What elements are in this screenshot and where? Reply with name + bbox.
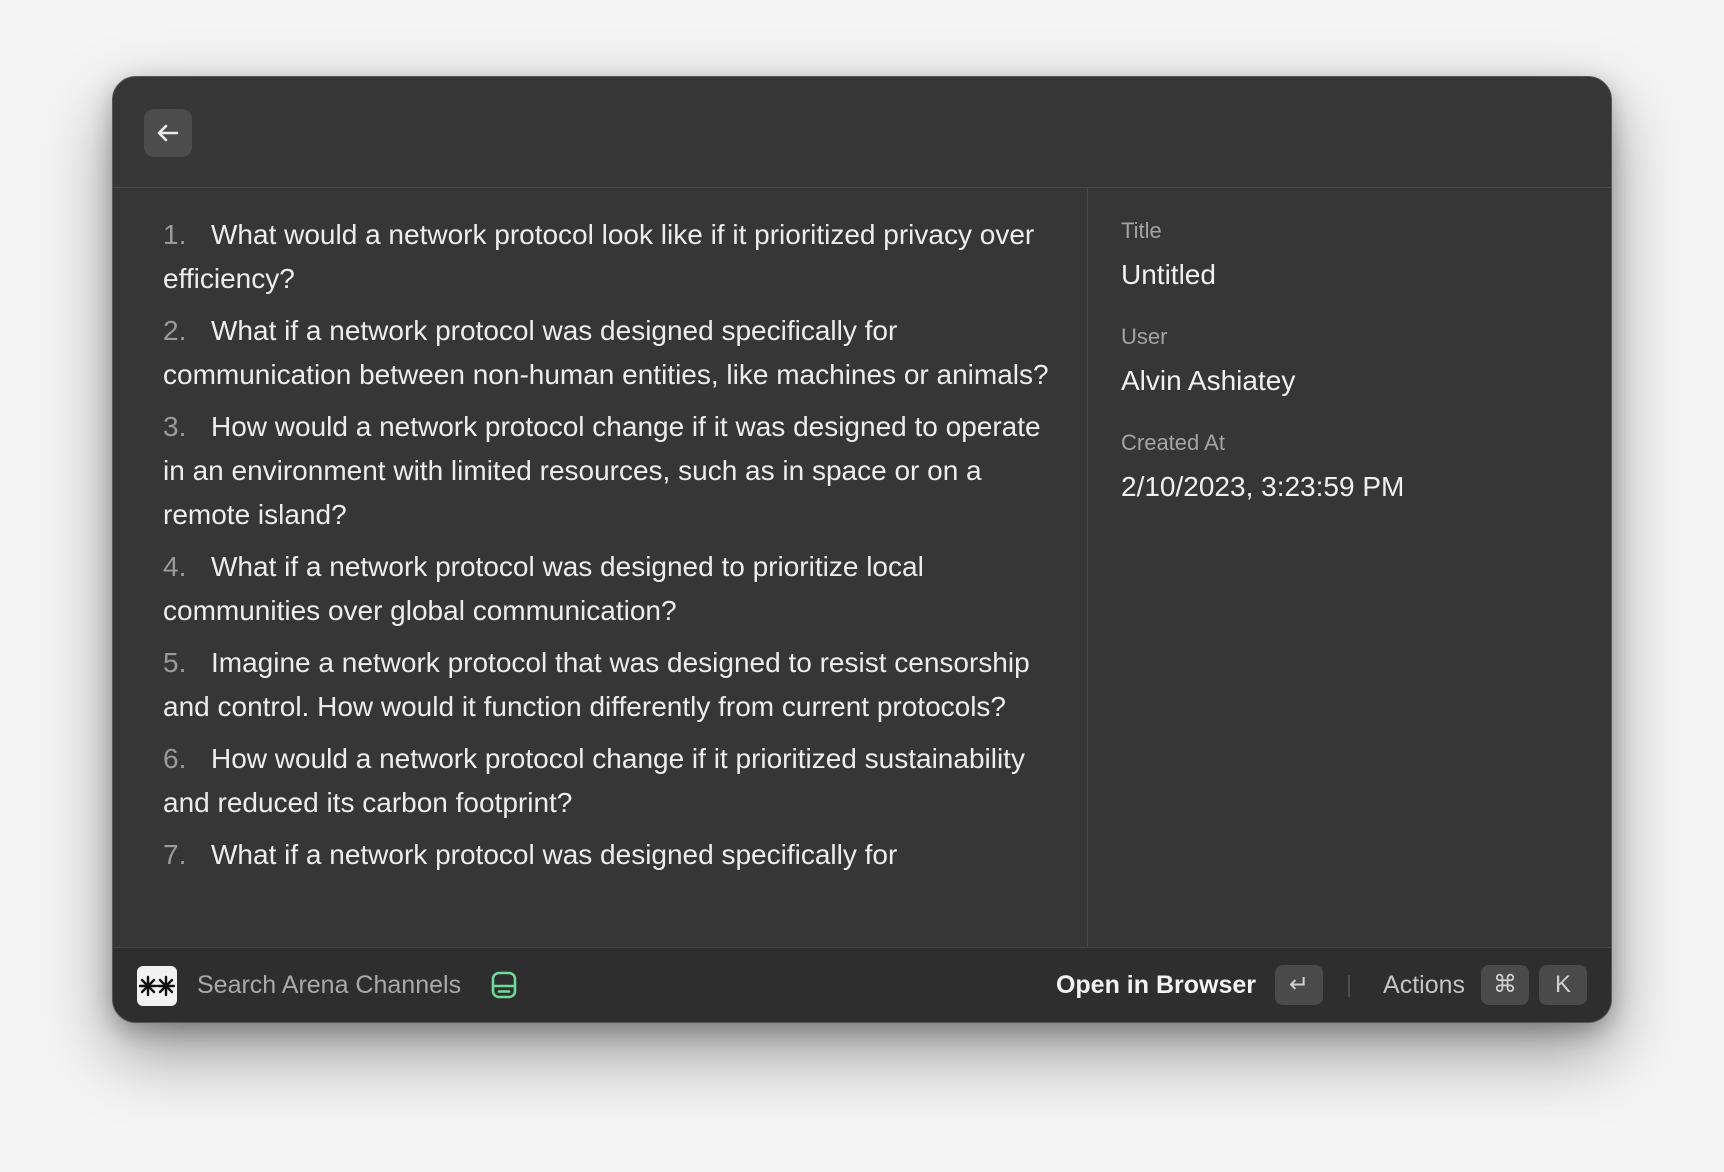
detail-content[interactable]: 1. What would a network protocol look lik… [113, 188, 1088, 949]
list-item: 2. What if a network protocol was designe… [163, 309, 1057, 397]
list-item-text: How would a network protocol change if i… [163, 411, 1041, 530]
list-item: 7. What if a network protocol was designe… [163, 833, 1057, 877]
list-item-text: What if a network protocol was designed … [163, 551, 924, 626]
list-item-text: What would a network protocol look like … [163, 219, 1035, 294]
k-shortcut-key: K [1539, 965, 1587, 1005]
list-item-number: 3. [163, 411, 187, 442]
question-list: 1. What would a network protocol look lik… [113, 188, 1087, 877]
open-in-browser-button[interactable]: Open in Browser [1056, 968, 1256, 1002]
list-item: 5. Imagine a network protocol that was de… [163, 641, 1057, 729]
actions-button[interactable]: Actions [1383, 968, 1465, 1002]
user-value: Alvin Ashiatey [1121, 365, 1296, 396]
list-item: 3. How would a network protocol change if… [163, 405, 1057, 537]
drive-icon [491, 971, 517, 999]
created-at-value: 2/10/2023, 3:23:59 PM [1121, 471, 1405, 502]
arena-logo-icon [137, 966, 177, 1006]
extension-window: 1. What would a network protocol look lik… [112, 76, 1612, 1023]
metadata-panel: Title Untitled User Alvin Ashiatey Creat… [1088, 188, 1611, 949]
title-value: Untitled [1121, 259, 1216, 290]
list-item-number: 4. [163, 551, 187, 582]
list-item-number: 5. [163, 647, 187, 678]
list-item-number: 1. [163, 219, 187, 250]
list-item-text: How would a network protocol change if i… [163, 743, 1025, 818]
list-item: 4. What if a network protocol was designe… [163, 545, 1057, 633]
list-item-number: 2. [163, 315, 187, 346]
list-item-text: Imagine a network protocol that was desi… [163, 647, 1030, 722]
created-at-label: Created At [1121, 430, 1225, 455]
enter-shortcut-key: ↵ [1275, 965, 1323, 1005]
back-button[interactable] [144, 109, 192, 157]
title-label: Title [1121, 218, 1162, 243]
command-shortcut-key: ⌘ [1481, 965, 1529, 1005]
header [113, 77, 1611, 188]
list-item-number: 6. [163, 743, 187, 774]
footer-divider [1348, 975, 1350, 997]
action-bar: Search Arena Channels Open in Browser ↵ … [113, 947, 1611, 1022]
arrow-left-icon [157, 124, 179, 142]
list-item: 1. What would a network protocol look lik… [163, 213, 1057, 301]
list-item-number: 7. [163, 839, 187, 870]
footer-title: Search Arena Channels [197, 971, 462, 999]
user-label: User [1121, 324, 1168, 349]
list-item-text: What if a network protocol was designed … [211, 839, 898, 870]
list-item: 6. How would a network protocol change if… [163, 737, 1057, 825]
list-item-text: What if a network protocol was designed … [163, 315, 1049, 390]
